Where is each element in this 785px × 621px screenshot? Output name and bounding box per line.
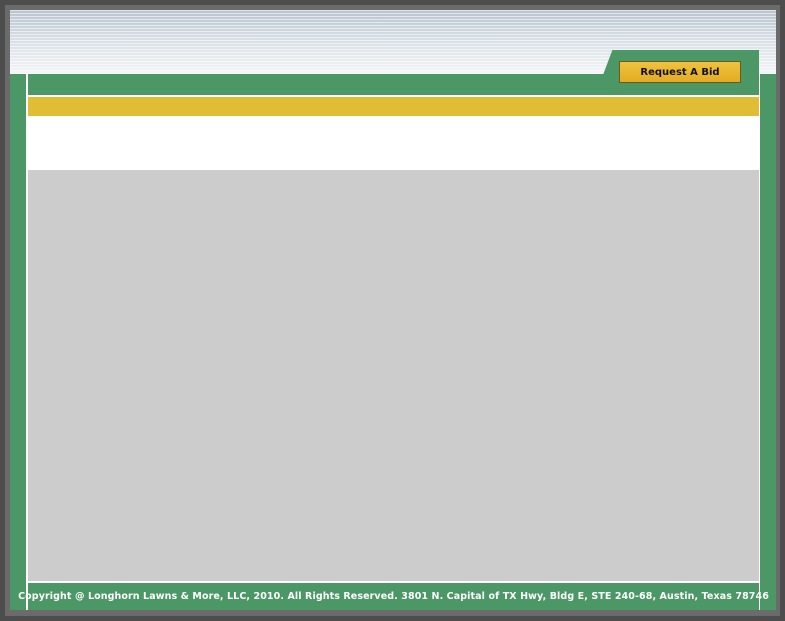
- request-bid-button[interactable]: Request A Bid: [619, 61, 741, 83]
- footer: Copyright @ Longhorn Lawns & More, LLC, …: [18, 583, 769, 610]
- banner-area: [28, 117, 759, 169]
- web-page: Request A Bid Copyright @ Longhorn Lawns…: [10, 10, 776, 610]
- window-frame: Request A Bid Copyright @ Longhorn Lawns…: [0, 0, 785, 621]
- right-green-border: [760, 74, 776, 610]
- gold-accent-bar: [28, 97, 759, 116]
- left-green-border: [10, 74, 26, 610]
- main-content-area: [28, 170, 759, 581]
- footer-copyright: Copyright @ Longhorn Lawns & More, LLC, …: [18, 591, 769, 602]
